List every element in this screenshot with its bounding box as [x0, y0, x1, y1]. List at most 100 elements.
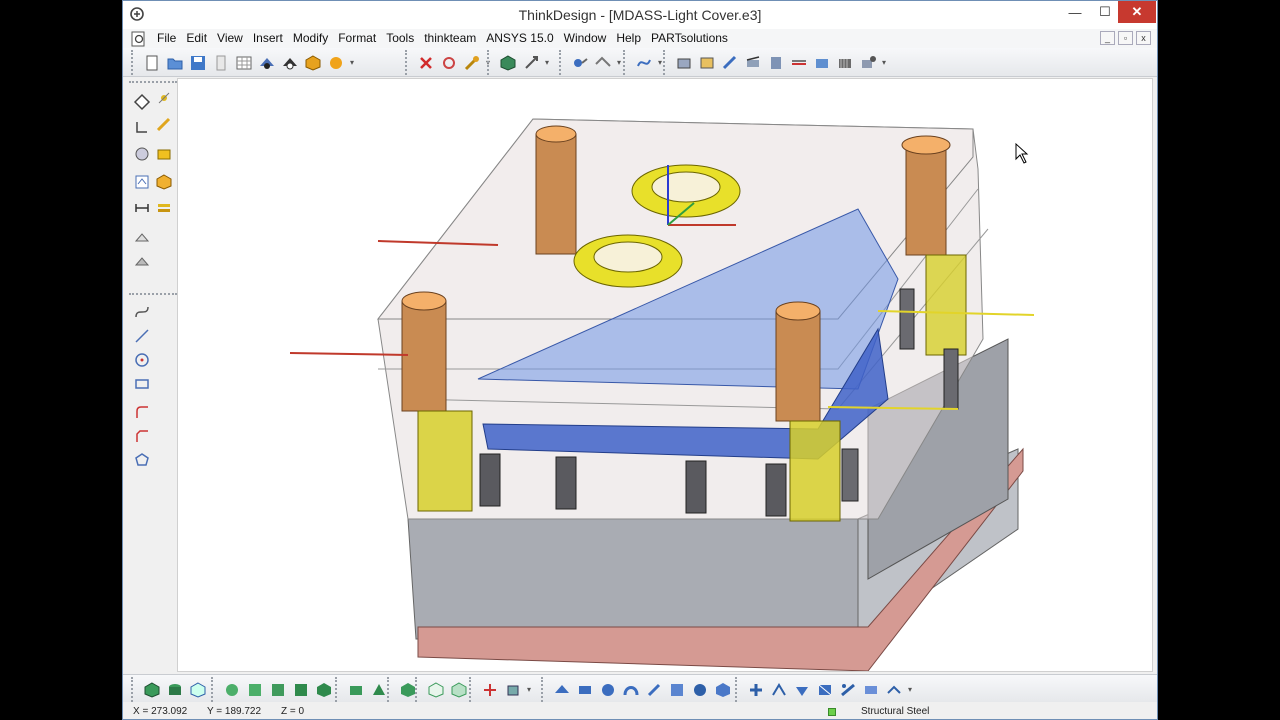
- dropdown-arrow-icon[interactable]: ▾: [908, 685, 912, 694]
- grab-icon[interactable]: [502, 679, 524, 701]
- 3d-viewport[interactable]: [177, 78, 1153, 672]
- blue-10-icon[interactable]: [768, 679, 790, 701]
- sphere-icon[interactable]: [325, 52, 347, 74]
- blue-13-icon[interactable]: [837, 679, 859, 701]
- blue-6-icon[interactable]: [666, 679, 688, 701]
- dropdown-arrow-icon[interactable]: ▾: [617, 58, 621, 67]
- path-icon[interactable]: [633, 52, 655, 74]
- path-icon[interactable]: [592, 52, 614, 74]
- menu-partsolutions[interactable]: PARTsolutions: [646, 29, 733, 48]
- menu-help[interactable]: Help: [611, 29, 646, 48]
- menu-file[interactable]: File: [152, 29, 181, 48]
- machine-4-icon[interactable]: [742, 52, 764, 74]
- sketch-icon[interactable]: [131, 171, 153, 193]
- blue-3-icon[interactable]: [597, 679, 619, 701]
- machine-7-icon[interactable]: [811, 52, 833, 74]
- plane-icon[interactable]: [131, 91, 153, 113]
- blue-7-icon[interactable]: [689, 679, 711, 701]
- line-icon[interactable]: [131, 325, 153, 347]
- cube-icon[interactable]: [153, 171, 175, 193]
- rectangle-icon[interactable]: [131, 373, 153, 395]
- dropdown-arrow-icon[interactable]: ▾: [350, 58, 354, 67]
- maximize-button[interactable]: ☐: [1090, 1, 1120, 23]
- shell-icon[interactable]: [131, 227, 153, 249]
- machine-9-icon[interactable]: [857, 52, 879, 74]
- new-icon[interactable]: [141, 52, 163, 74]
- pencil-icon[interactable]: [153, 113, 175, 135]
- blue-5-icon[interactable]: [643, 679, 665, 701]
- document-icon[interactable]: [130, 31, 148, 47]
- blue-2-icon[interactable]: [574, 679, 596, 701]
- cylinder-icon[interactable]: [164, 679, 186, 701]
- menu-window[interactable]: Window: [559, 29, 612, 48]
- dropdown-arrow-icon[interactable]: ▾: [882, 58, 886, 67]
- table-icon[interactable]: [233, 52, 255, 74]
- solid-icon[interactable]: [302, 52, 324, 74]
- block-icon[interactable]: [345, 679, 367, 701]
- face-1-icon[interactable]: [221, 679, 243, 701]
- trim-icon[interactable]: [438, 52, 460, 74]
- minimize-button[interactable]: —: [1060, 1, 1090, 23]
- circle-icon[interactable]: [131, 349, 153, 371]
- machine-3-icon[interactable]: [719, 52, 741, 74]
- blue-14-icon[interactable]: [860, 679, 882, 701]
- blue-8-icon[interactable]: [712, 679, 734, 701]
- mold-assembly-model[interactable]: [178, 79, 1153, 672]
- doc-minimize-button[interactable]: _: [1100, 31, 1115, 45]
- menu-format[interactable]: Format: [333, 29, 381, 48]
- menu-insert[interactable]: Insert: [248, 29, 288, 48]
- machine-8-icon[interactable]: [834, 52, 856, 74]
- face-5-icon[interactable]: [313, 679, 335, 701]
- face-3-icon[interactable]: [267, 679, 289, 701]
- blue-15-icon[interactable]: [883, 679, 905, 701]
- dropdown-arrow-icon[interactable]: ▾: [658, 58, 662, 67]
- dimension-icon[interactable]: [131, 197, 153, 219]
- menu-thinkteam[interactable]: thinkteam: [419, 29, 481, 48]
- outline-box-icon[interactable]: [425, 679, 447, 701]
- chamfer-icon[interactable]: [131, 425, 153, 447]
- axis-icon[interactable]: [479, 679, 501, 701]
- point-icon[interactable]: [153, 87, 175, 109]
- move-icon[interactable]: [520, 52, 542, 74]
- blue-9-icon[interactable]: [745, 679, 767, 701]
- blue-4-icon[interactable]: [620, 679, 642, 701]
- solid-box-icon[interactable]: [448, 679, 470, 701]
- machine-6-icon[interactable]: [788, 52, 810, 74]
- face-4-icon[interactable]: [290, 679, 312, 701]
- face-2-icon[interactable]: [244, 679, 266, 701]
- blue-12-icon[interactable]: [814, 679, 836, 701]
- blank-page-icon[interactable]: [210, 52, 232, 74]
- wireframe-icon[interactable]: [187, 679, 209, 701]
- menu-tools[interactable]: Tools: [381, 29, 419, 48]
- doc-close-button[interactable]: x: [1136, 31, 1151, 45]
- machine-1-icon[interactable]: [673, 52, 695, 74]
- edge-icon[interactable]: [131, 116, 153, 138]
- tag-icon[interactable]: [153, 143, 175, 165]
- menu-view[interactable]: View: [212, 29, 248, 48]
- box-icon[interactable]: [141, 679, 163, 701]
- hide-icon[interactable]: [256, 52, 278, 74]
- layers-icon[interactable]: [153, 197, 175, 219]
- doc-restore-button[interactable]: ▫: [1118, 31, 1133, 45]
- show-icon[interactable]: [279, 52, 301, 74]
- link-icon[interactable]: [569, 52, 591, 74]
- shade-icon[interactable]: [131, 251, 153, 273]
- machine-5-icon[interactable]: [765, 52, 787, 74]
- surface-icon[interactable]: [131, 143, 153, 165]
- blue-1-icon[interactable]: [551, 679, 573, 701]
- tools-icon[interactable]: [461, 52, 483, 74]
- dropdown-arrow-icon[interactable]: ▾: [527, 685, 531, 694]
- delete-icon[interactable]: [415, 52, 437, 74]
- polygon-icon[interactable]: [131, 449, 153, 471]
- close-button[interactable]: ✕: [1118, 1, 1156, 23]
- curve-icon[interactable]: [131, 301, 153, 323]
- view-icon[interactable]: [497, 52, 519, 74]
- blue-11-icon[interactable]: [791, 679, 813, 701]
- open-icon[interactable]: [164, 52, 186, 74]
- fillet-icon[interactable]: [131, 401, 153, 423]
- dropdown-arrow-icon[interactable]: ▾: [545, 58, 549, 67]
- machine-2-icon[interactable]: [696, 52, 718, 74]
- save-icon[interactable]: [187, 52, 209, 74]
- menu-edit[interactable]: Edit: [181, 29, 212, 48]
- menu-ansys[interactable]: ANSYS 15.0: [481, 29, 558, 48]
